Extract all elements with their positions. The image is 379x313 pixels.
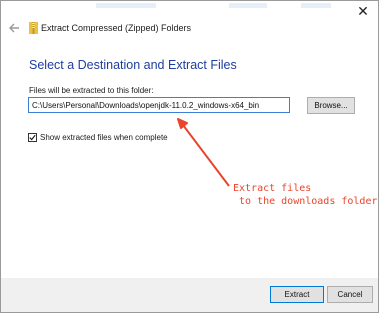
destination-label: Files will be extracted to this folder: bbox=[29, 86, 154, 95]
show-extracted-files-label: Show extracted files when complete bbox=[40, 133, 168, 142]
annotation-text: Extract files to the downloads folder bbox=[233, 183, 378, 207]
background-bar bbox=[301, 3, 331, 8]
background-window-strip bbox=[1, 1, 378, 13]
close-icon[interactable]: ✕ bbox=[356, 4, 370, 18]
checkmark-icon bbox=[29, 134, 36, 141]
extract-button[interactable]: Extract bbox=[270, 286, 324, 303]
extract-dialog: ✕ Extract Compressed (Zipped) Folders Se… bbox=[0, 0, 379, 313]
background-bar bbox=[96, 3, 156, 8]
browse-button[interactable]: Browse... bbox=[307, 97, 355, 114]
dialog-footer: Extract Cancel bbox=[1, 278, 378, 312]
show-extracted-files-option[interactable]: Show extracted files when complete bbox=[28, 132, 168, 143]
back-arrow-icon[interactable] bbox=[7, 21, 21, 35]
cancel-button[interactable]: Cancel bbox=[327, 286, 373, 303]
annotation-arrow bbox=[177, 118, 230, 187]
zip-folder-icon bbox=[29, 22, 38, 34]
dialog-title: Extract Compressed (Zipped) Folders bbox=[41, 23, 192, 33]
background-bar bbox=[229, 3, 267, 8]
page-heading: Select a Destination and Extract Files bbox=[29, 58, 237, 72]
destination-path-input[interactable] bbox=[28, 97, 290, 113]
show-extracted-files-checkbox[interactable] bbox=[28, 133, 37, 142]
